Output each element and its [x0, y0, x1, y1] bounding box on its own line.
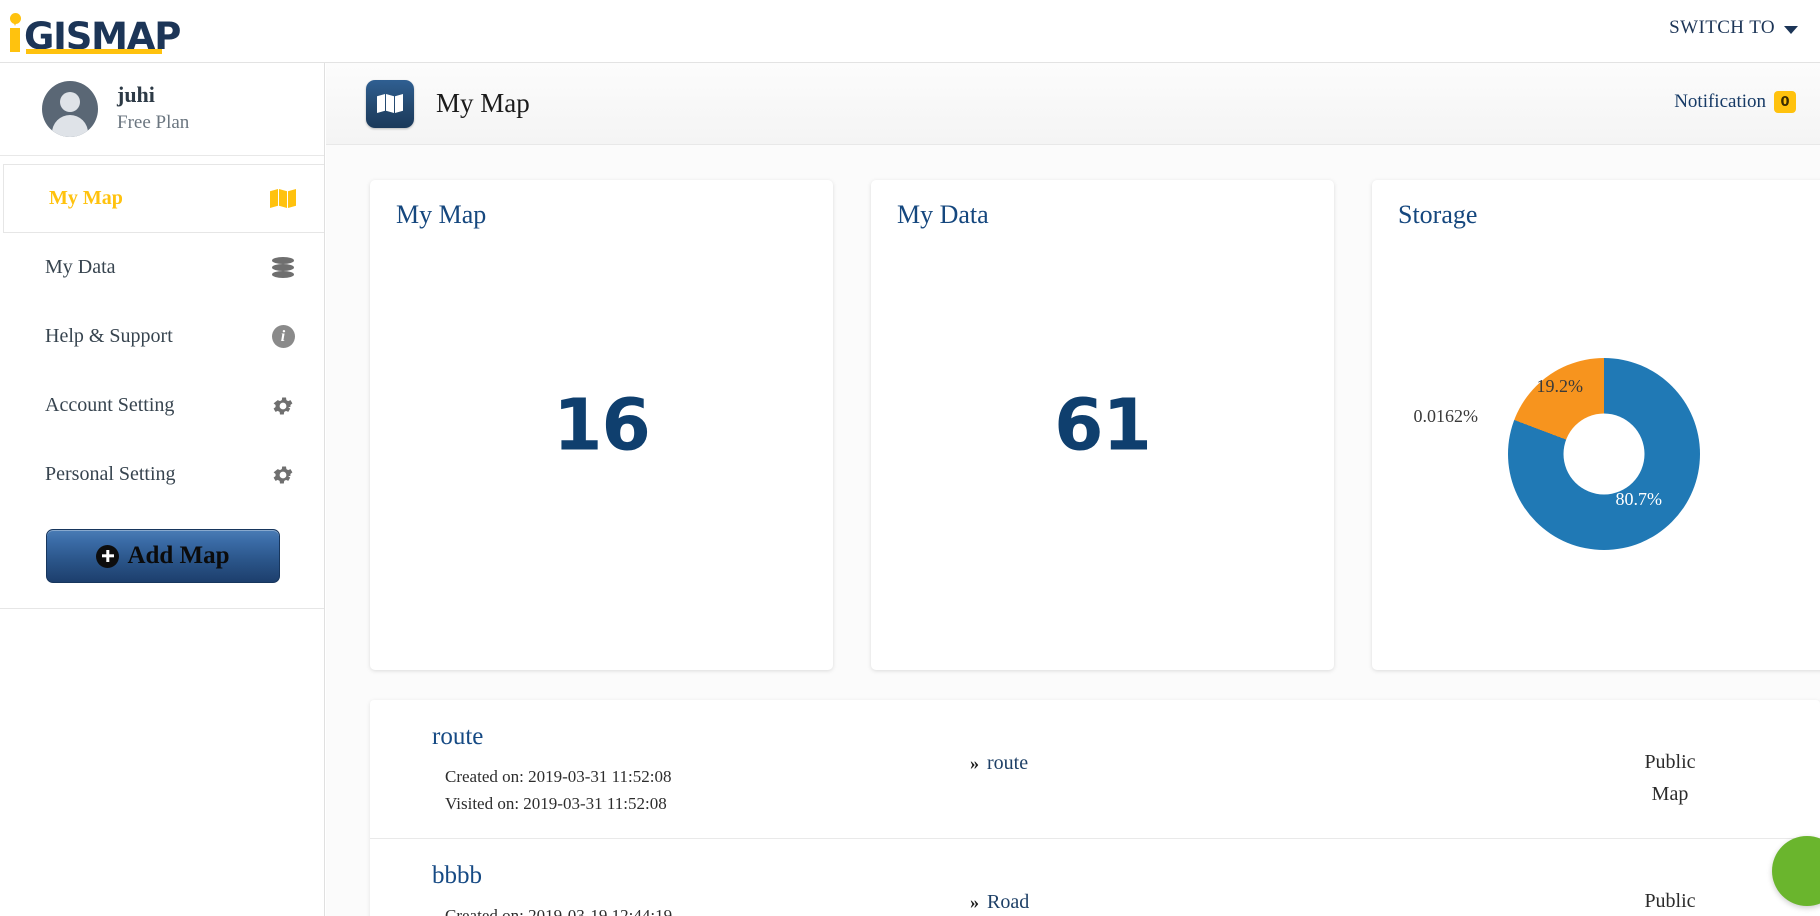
row-layers-cell: » Road » Poland_AL2	[970, 861, 1530, 916]
card-title: Storage	[1398, 200, 1809, 230]
summary-cards: My Map 16 My Data 61 Storage 80.7% 19.2%…	[326, 145, 1820, 670]
map-visibility: Public	[1530, 885, 1810, 916]
chevron-down-icon	[1784, 26, 1798, 34]
double-chevron-right-icon: »	[970, 748, 979, 779]
donut-label-minor: 19.2%	[1537, 376, 1584, 397]
profile-plan: Free Plan	[117, 110, 189, 136]
sidebar-item-my-map[interactable]: My Map	[4, 164, 324, 233]
card-my-data[interactable]: My Data 61	[871, 180, 1334, 670]
plus-circle-icon	[96, 545, 119, 568]
database-icon	[268, 255, 298, 281]
user-profile[interactable]: juhi Free Plan	[0, 63, 324, 156]
card-value: 61	[871, 384, 1334, 467]
sidebar-divider	[0, 608, 324, 609]
notification-count-badge: 0	[1774, 91, 1796, 113]
sidebar: juhi Free Plan My Map My Data Help & Sup…	[0, 63, 325, 916]
storage-donut-chart: 80.7% 19.2% 0.0162%	[1464, 314, 1744, 594]
donut-label-tiny: 0.0162%	[1414, 406, 1479, 427]
layer-label: Road	[987, 887, 1029, 916]
map-name-link[interactable]: route	[432, 722, 970, 752]
logo-underline	[26, 49, 162, 54]
sidebar-nav: My Map My Data Help & Support i Account …	[0, 156, 324, 509]
gear-icon	[268, 393, 298, 419]
double-chevron-right-icon: »	[970, 887, 979, 916]
card-my-map[interactable]: My Map 16	[370, 180, 833, 670]
switch-to-label: SWITCH TO	[1669, 17, 1775, 39]
card-storage[interactable]: Storage 80.7% 19.2% 0.0162%	[1372, 180, 1820, 670]
map-created-on: Created on: 2019-03-31 11:52:08	[432, 764, 970, 789]
row-meta-cell: Public Map	[1530, 722, 1820, 810]
map-type: Map	[1530, 778, 1810, 810]
map-name-link[interactable]: bbbb	[432, 861, 970, 891]
map-visibility: Public	[1530, 746, 1810, 778]
sidebar-item-label: Personal Setting	[45, 463, 268, 486]
layer-item[interactable]: » route	[970, 748, 1530, 779]
notification-label: Notification	[1674, 91, 1766, 113]
row-name-cell: bbbb Created on: 2019-03-19 12:44:19 Vis…	[370, 861, 970, 916]
add-map-label: Add Map	[127, 542, 229, 570]
sidebar-item-label: My Data	[45, 256, 268, 279]
app-logo[interactable]: GISMAP	[8, 6, 180, 56]
layer-item[interactable]: » Road	[970, 887, 1530, 916]
map-list: route Created on: 2019-03-31 11:52:08 Vi…	[370, 700, 1820, 916]
top-bar: GISMAP SWITCH TO	[0, 0, 1820, 63]
sidebar-item-label: Help & Support	[45, 325, 268, 348]
notification-button[interactable]: Notification 0	[1674, 91, 1796, 113]
info-icon: i	[268, 324, 298, 350]
add-map-button[interactable]: Add Map	[46, 529, 280, 583]
layer-label: route	[987, 748, 1028, 779]
sidebar-item-personal-setting[interactable]: Personal Setting	[0, 440, 324, 509]
card-title: My Map	[396, 200, 807, 230]
map-created-on: Created on: 2019-03-19 12:44:19	[432, 903, 970, 916]
sidebar-item-my-data[interactable]: My Data	[0, 233, 324, 302]
row-name-cell: route Created on: 2019-03-31 11:52:08 Vi…	[370, 722, 970, 816]
row-layers-cell: » route	[970, 722, 1530, 779]
gear-icon	[268, 462, 298, 488]
table-row[interactable]: route Created on: 2019-03-31 11:52:08 Vi…	[370, 700, 1820, 839]
card-value: 16	[370, 384, 833, 467]
page-title: My Map	[436, 88, 530, 119]
page-header: My Map Notification 0	[326, 63, 1820, 145]
sidebar-item-label: My Map	[49, 187, 268, 210]
map-visited-on: Visited on: 2019-03-31 11:52:08	[432, 791, 970, 816]
avatar	[42, 81, 98, 137]
map-icon	[366, 80, 414, 128]
map-icon	[268, 186, 298, 212]
table-row[interactable]: bbbb Created on: 2019-03-19 12:44:19 Vis…	[370, 839, 1820, 916]
sidebar-item-label: Account Setting	[45, 394, 268, 417]
sidebar-item-account-setting[interactable]: Account Setting	[0, 371, 324, 440]
donut-label-major: 80.7%	[1616, 489, 1663, 510]
card-title: My Data	[897, 200, 1308, 230]
switch-to-dropdown[interactable]: SWITCH TO	[1669, 17, 1798, 39]
profile-username: juhi	[117, 82, 189, 108]
logo-pin-icon	[8, 12, 24, 56]
sidebar-item-help-support[interactable]: Help & Support i	[0, 302, 324, 371]
main-content: My Map Notification 0 My Map 16 My Data …	[326, 63, 1820, 916]
